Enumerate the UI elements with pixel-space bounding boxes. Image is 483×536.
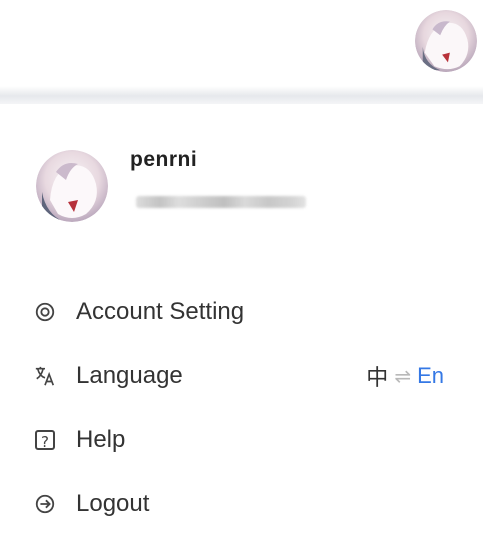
language-zh[interactable]: 中 (366, 360, 388, 392)
username: penrni (130, 148, 198, 171)
top-bar (0, 0, 483, 92)
header-divider (0, 86, 483, 104)
user-dropdown-panel: penrni Account Setting Language 中 ⇌ En ?… (6, 104, 476, 528)
logout-icon (32, 491, 58, 517)
help-icon: ? (32, 427, 58, 453)
menu-item-account-setting[interactable]: Account Setting (32, 280, 462, 344)
language-switch[interactable]: 中 ⇌ En (366, 360, 444, 392)
avatar (36, 150, 108, 222)
user-menu: Account Setting Language 中 ⇌ En ? Help L… (32, 280, 462, 536)
swap-icon: ⇌ (394, 365, 412, 388)
menu-label-help: Help (76, 426, 126, 453)
menu-label-account-setting: Account Setting (76, 298, 245, 325)
avatar-toggle[interactable] (415, 10, 477, 72)
menu-label-language: Language (76, 362, 183, 389)
menu-item-logout[interactable]: Logout (32, 472, 462, 536)
translate-icon (32, 363, 58, 389)
menu-item-help[interactable]: ? Help (32, 408, 462, 472)
settings-icon (32, 299, 58, 325)
menu-label-logout: Logout (76, 490, 150, 517)
language-en[interactable]: En (417, 363, 444, 389)
menu-item-language[interactable]: Language 中 ⇌ En (32, 344, 462, 408)
user-id-blurred (136, 196, 306, 208)
